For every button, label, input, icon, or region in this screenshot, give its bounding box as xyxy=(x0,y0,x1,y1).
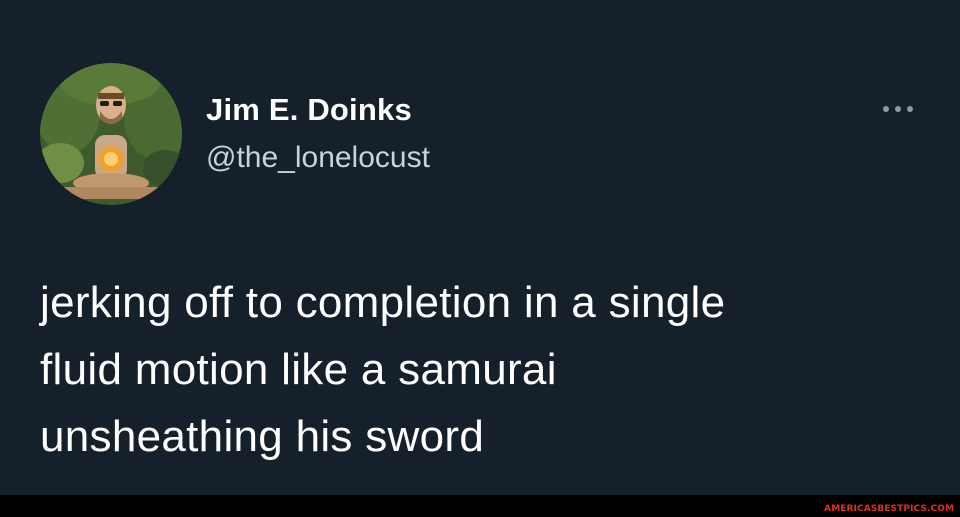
watermark: AMERICASBESTPICS.COM xyxy=(824,504,954,514)
watermark-bar xyxy=(0,495,960,517)
tweet-text-line: jerking off to completion in a single xyxy=(40,278,726,327)
more-options-button[interactable] xyxy=(878,101,918,117)
avatar[interactable] xyxy=(40,63,182,205)
avatar-meditating-figure-icon xyxy=(40,63,182,205)
tweet-header: Jim E. Doinks @the_lonelocust xyxy=(40,63,920,205)
user-info: Jim E. Doinks @the_lonelocust xyxy=(206,90,430,178)
display-name[interactable]: Jim E. Doinks xyxy=(206,90,430,130)
tweet-text-line: unsheathing his sword xyxy=(40,412,485,461)
more-options-icon xyxy=(883,106,913,112)
tweet-screenshot: Jim E. Doinks @the_lonelocust jerking of… xyxy=(0,0,960,517)
tweet-text: jerking off to completion in a single fl… xyxy=(40,269,930,470)
tweet-text-line: fluid motion like a samurai xyxy=(40,345,557,394)
user-handle[interactable]: @the_lonelocust xyxy=(206,138,430,178)
